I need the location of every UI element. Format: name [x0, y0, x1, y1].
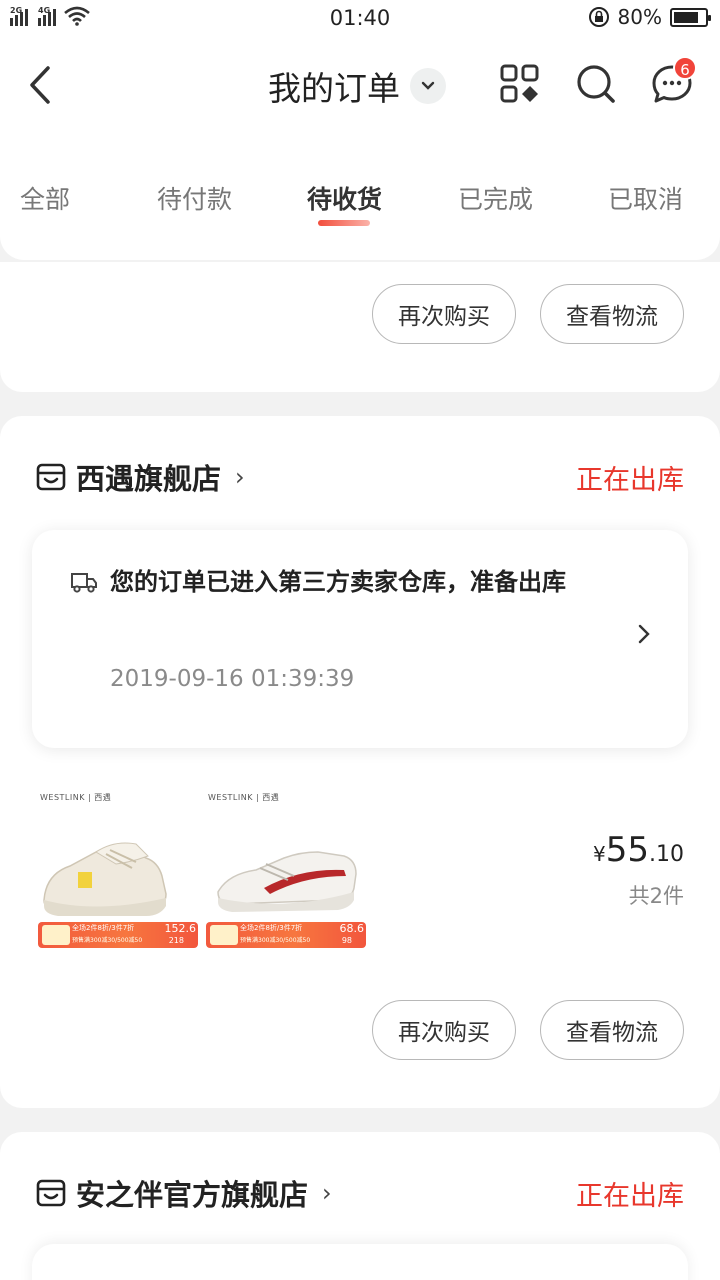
page-title: 我的订单 [268, 69, 400, 108]
logistics-time: 2019-09-16 01:39:39 [110, 666, 355, 692]
total-decimal: .10 [649, 842, 684, 867]
message-count-badge: 6 [673, 56, 697, 80]
chevron-right-icon: › [235, 463, 245, 491]
store-link[interactable]: 安之伴官方旗舰店 › [36, 1172, 332, 1214]
store-icon [36, 1179, 66, 1207]
sneaker-image [43, 842, 167, 916]
product-brand: WESTLINK | 西遇 [208, 793, 280, 802]
search-icon[interactable] [574, 62, 618, 106]
logistics-panel[interactable] [32, 1244, 688, 1280]
header: 我的订单 6 全部 待付款 待收货 已完成 已取消 [0, 38, 720, 260]
truck-icon [71, 573, 97, 593]
view-logistics-button[interactable]: 查看物流 [540, 284, 684, 344]
rotation-lock-icon [588, 7, 609, 27]
order-card: 再次购买 查看物流 [0, 262, 720, 392]
tab-pending-payment[interactable]: 待付款 [157, 180, 232, 216]
store-link[interactable]: 西遇旗舰店 › [36, 456, 245, 498]
promo-banner: 全场2件8折/3件7折 预售满300减30/500减50 68.6 98 [206, 922, 366, 948]
promo-line: 全场2件8折/3件7折 [240, 924, 303, 932]
store-name: 西遇旗舰店 [76, 462, 222, 496]
battery-percent: 80% [617, 5, 662, 29]
promo-tag [210, 925, 238, 945]
promo-tag [42, 925, 70, 945]
promo-subline: 预售满300减30/500减50 [72, 937, 143, 944]
order-status: 正在出库 [576, 465, 684, 496]
title-dropdown[interactable]: 我的订单 [268, 62, 446, 110]
chevron-down-icon [410, 68, 446, 104]
tab-completed[interactable]: 已完成 [458, 180, 533, 216]
promo-original-price: 218 [168, 936, 184, 945]
order-card: 安之伴官方旗舰店 › 正在出库 [0, 1132, 720, 1280]
tab-pending-receipt[interactable]: 待收货 [307, 180, 382, 216]
promo-line: 全场2件8折/3件7折 [72, 924, 135, 932]
total-integer: 55 [605, 830, 649, 870]
promo-price: 68.6 [339, 922, 365, 935]
tab-all[interactable]: 全部 [20, 180, 70, 216]
chevron-right-icon [638, 624, 650, 644]
store-name: 安之伴官方旗舰店 [76, 1178, 309, 1212]
order-status: 正在出库 [576, 1181, 684, 1212]
promo-banner: 全场2件8折/3件7折 预售满300减30/500减50 152.6 218 [38, 922, 198, 948]
item-count: 共2件 [628, 884, 684, 908]
promo-subline: 预售满300减30/500减50 [240, 937, 311, 944]
product-thumbnail[interactable]: WESTLINK | 西遇 全场2件8折/3件7折 预售满300减30/500减… [204, 786, 366, 956]
status-bar: 2G 4G 01:40 80% [0, 0, 720, 38]
currency-symbol: ¥ [593, 842, 606, 866]
logistics-panel[interactable]: 您的订单已进入第三方卖家仓库，准备出库 2019-09-16 01:39:39 [32, 530, 688, 748]
promo-price: 152.6 [164, 922, 197, 935]
view-logistics-button[interactable]: 查看物流 [540, 1000, 684, 1060]
battery-level [674, 11, 698, 23]
buy-again-button[interactable]: 再次购买 [372, 1000, 516, 1060]
buy-again-button[interactable]: 再次购买 [372, 284, 516, 344]
product-thumbnail[interactable]: WESTLINK | 西遇 全场2件8折/3件7折 预售满300减30/500减… [36, 786, 198, 956]
logistics-message: 您的订单已进入第三方卖家仓库，准备出库 [110, 568, 566, 596]
battery-icon [670, 7, 711, 27]
store-icon [36, 463, 66, 491]
tab-cancelled[interactable]: 已取消 [608, 180, 683, 216]
back-arrow-icon[interactable] [24, 62, 58, 108]
chevron-right-icon: › [322, 1179, 332, 1207]
active-tab-indicator [318, 220, 370, 226]
grid-menu-icon[interactable] [498, 62, 542, 106]
promo-original-price: 98 [341, 936, 352, 945]
sneaker-image [217, 851, 357, 912]
order-total: ¥ 55 .10 [593, 830, 684, 870]
order-card: 西遇旗舰店 › 正在出库 您的订单已进入第三方卖家仓库，准备出库 2019-09… [0, 416, 720, 1108]
product-brand: WESTLINK | 西遇 [40, 793, 112, 802]
